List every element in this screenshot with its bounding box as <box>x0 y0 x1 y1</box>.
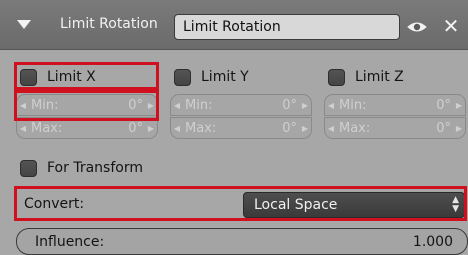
limit-y-min-field[interactable]: ◀ Min: 0° ▶ <box>170 94 312 116</box>
decrement-arrow-icon[interactable]: ◀ <box>171 124 183 133</box>
limit-x-checkbox[interactable]: Limit X <box>20 67 96 87</box>
min-label: Min: <box>339 97 367 113</box>
checkbox-box[interactable] <box>174 68 191 86</box>
convert-select-value: Local Space <box>254 197 338 213</box>
decrement-arrow-icon[interactable]: ◀ <box>325 124 337 133</box>
limit-z-min-field[interactable]: ◀ Min: 0° ▶ <box>324 94 466 116</box>
eye-icon[interactable] <box>406 17 428 37</box>
min-value: 0° <box>282 97 297 113</box>
decrement-arrow-icon[interactable]: ◀ <box>325 101 337 110</box>
influence-value: 1.000 <box>412 233 453 250</box>
limit-y-max-field[interactable]: ◀ Max: 0° ▶ <box>170 117 312 139</box>
limit-y-label: Limit Y <box>201 69 249 85</box>
close-icon[interactable]: ✕ <box>440 15 462 37</box>
min-value: 0° <box>128 97 143 113</box>
decrement-arrow-icon[interactable]: ◀ <box>17 101 29 110</box>
max-label: Max: <box>31 120 63 136</box>
limit-x-min-field[interactable]: ◀ Min: 0° ▶ <box>16 94 158 116</box>
for-transform-checkbox[interactable]: For Transform <box>20 158 143 178</box>
min-label: Min: <box>185 97 213 113</box>
limit-z-max-field[interactable]: ◀ Max: 0° ▶ <box>324 117 466 139</box>
constraint-name-field[interactable]: Limit Rotation <box>174 14 400 40</box>
max-value: 0° <box>282 120 297 136</box>
max-value: 0° <box>128 120 143 136</box>
collapse-triangle-icon[interactable] <box>17 20 31 29</box>
limit-x-max-field[interactable]: ◀ Max: 0° ▶ <box>16 117 158 139</box>
constraint-type-label: Limit Rotation <box>60 16 158 32</box>
increment-arrow-icon[interactable]: ▶ <box>453 101 465 110</box>
limit-x-label: Limit X <box>47 69 96 85</box>
convert-space-select[interactable]: Local Space ▲ ▼ <box>243 192 465 218</box>
increment-arrow-icon[interactable]: ▶ <box>453 124 465 133</box>
increment-arrow-icon[interactable]: ▶ <box>145 101 157 110</box>
constraint-header: Limit Rotation Limit Rotation ✕ <box>0 0 468 50</box>
influence-slider[interactable]: Influence: 1.000 <box>16 228 468 255</box>
max-label: Max: <box>339 120 371 136</box>
max-label: Max: <box>185 120 217 136</box>
decrement-arrow-icon[interactable]: ◀ <box>171 101 183 110</box>
checkbox-box[interactable] <box>20 68 37 86</box>
checkbox-box[interactable] <box>328 68 345 86</box>
limit-z-label: Limit Z <box>355 69 404 85</box>
influence-label: Influence: <box>35 233 105 250</box>
increment-arrow-icon[interactable]: ▶ <box>299 124 311 133</box>
for-transform-label: For Transform <box>47 160 143 176</box>
increment-arrow-icon[interactable]: ▶ <box>299 101 311 110</box>
max-value: 0° <box>436 120 451 136</box>
decrement-arrow-icon[interactable]: ◀ <box>17 124 29 133</box>
increment-arrow-icon[interactable]: ▶ <box>145 124 157 133</box>
convert-label: Convert: <box>24 196 85 212</box>
updown-arrows-icon: ▲ ▼ <box>452 195 459 214</box>
min-value: 0° <box>436 97 451 113</box>
checkbox-box[interactable] <box>20 159 37 177</box>
limit-z-checkbox[interactable]: Limit Z <box>328 67 404 87</box>
min-label: Min: <box>31 97 59 113</box>
limit-y-checkbox[interactable]: Limit Y <box>174 67 249 87</box>
